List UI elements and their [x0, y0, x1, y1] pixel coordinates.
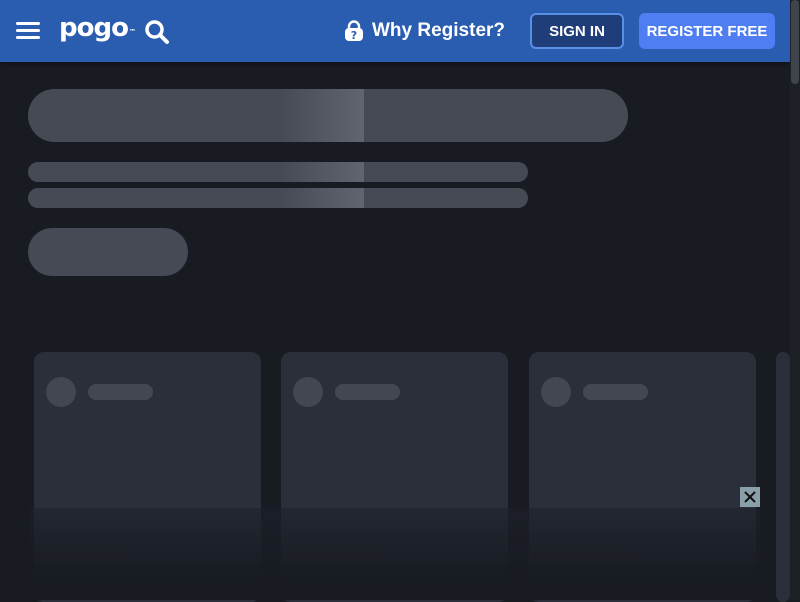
skeleton-card-line [583, 384, 648, 400]
trademark-mark: ™ [128, 28, 136, 36]
sign-in-button[interactable]: SIGN IN [530, 13, 624, 49]
skeleton-avatar [46, 377, 76, 407]
skeleton-avatar [541, 377, 571, 407]
site-header: pogo™ ? Why Register? SIGN IN REGISTER F… [0, 0, 790, 62]
menu-icon[interactable] [16, 21, 40, 41]
why-register-link[interactable]: ? Why Register? [344, 18, 505, 44]
skeleton-card-line [335, 384, 400, 400]
register-free-button[interactable]: REGISTER FREE [639, 13, 775, 49]
lock-question-icon: ? [345, 20, 363, 42]
skeleton-text-line [28, 188, 528, 208]
scrollbar-thumb[interactable] [791, 0, 799, 84]
why-register-label: Why Register? [372, 20, 506, 41]
skeleton-button [28, 228, 188, 276]
skeleton-text-line [28, 162, 528, 182]
skeleton-card-line [88, 384, 153, 400]
svg-text:?: ? [351, 29, 357, 42]
page-scrollbar[interactable] [790, 0, 800, 600]
pogo-logo[interactable]: pogo™ [59, 13, 136, 43]
skeleton-avatar [293, 377, 323, 407]
skeleton-card-partial [776, 352, 790, 602]
bottom-overlay [30, 508, 760, 600]
search-icon[interactable] [144, 19, 170, 45]
close-icon[interactable] [740, 487, 760, 507]
logo-text: pogo [59, 13, 129, 43]
skeleton-title [28, 89, 628, 142]
